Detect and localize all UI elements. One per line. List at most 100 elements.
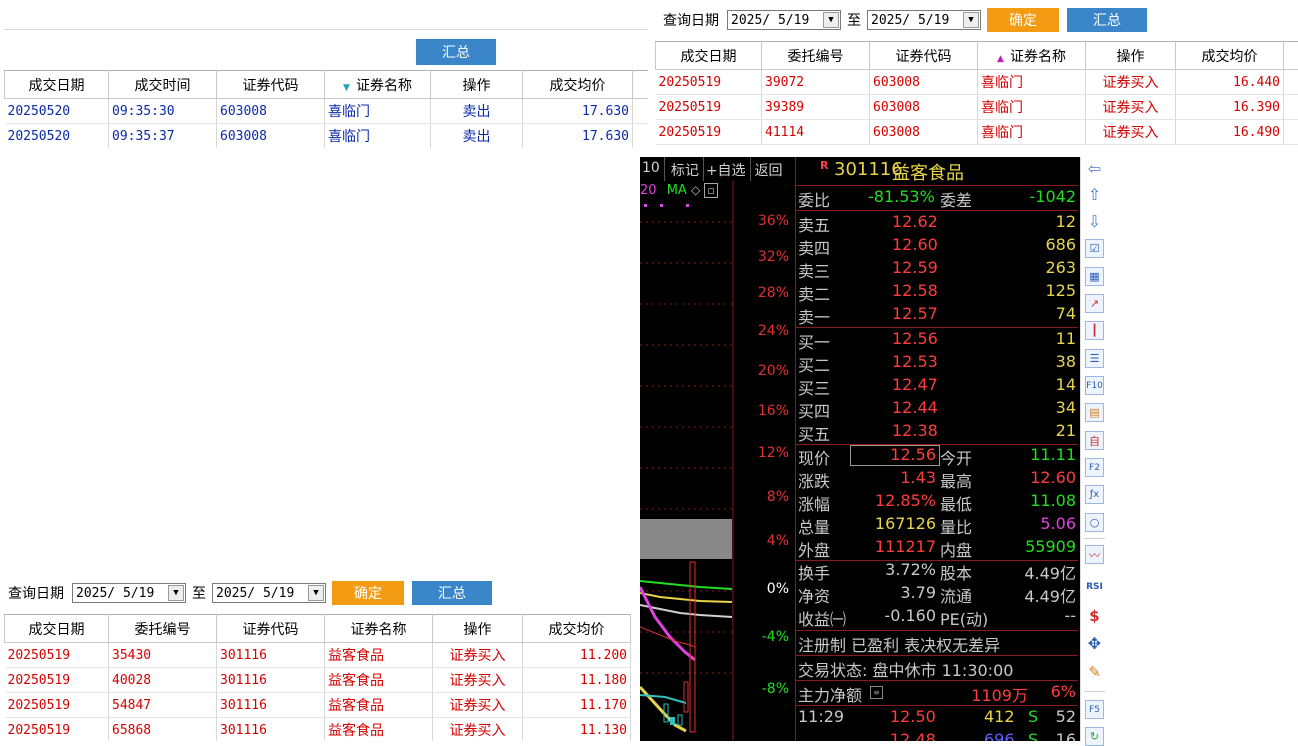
grid-icon[interactable]: ▦ xyxy=(1085,267,1104,286)
col-header-date[interactable]: 成交日期 xyxy=(656,42,762,70)
report-icon[interactable]: ▤ xyxy=(1085,403,1104,422)
chevron-down-icon[interactable]: ▼ xyxy=(168,585,184,601)
chevron-down-icon[interactable]: ▼ xyxy=(823,12,839,28)
f10-icon[interactable]: F10 xyxy=(1085,376,1104,395)
ask-row[interactable]: 卖四12.60686 xyxy=(796,235,1078,258)
stat-row: 现价12.56今开11.11 xyxy=(796,445,1078,468)
quote-board: R 301116 益客食品 委比 -81.53% 委差 -1042 卖五12.6… xyxy=(795,157,1077,741)
col-header-time[interactable]: 成交时间 xyxy=(109,71,217,99)
date-to-picker[interactable]: 2025/ 5/19▼ xyxy=(212,583,326,603)
col-header-op[interactable]: 操作 xyxy=(1086,42,1176,70)
col-header-order-no[interactable]: 委托编号 xyxy=(109,615,217,643)
main-net-flow[interactable]: 主力净额 ≡ 1109万 6% xyxy=(796,682,1078,705)
table-icon[interactable]: ≡ xyxy=(870,686,883,699)
date-to-picker[interactable]: 2025/ 5/19▼ xyxy=(867,10,981,30)
formula-icon[interactable]: ƒx xyxy=(1085,485,1104,504)
sold-trades-panel: 汇总 成交日期 成交时间 证券代码 ▼证券名称 操作 成交均价 20250520… xyxy=(0,0,648,148)
stat-row: 净资3.79流通4.49亿 xyxy=(796,583,1078,606)
summary-button[interactable]: 汇总 xyxy=(416,39,496,65)
summary-button[interactable]: 汇总 xyxy=(1067,8,1147,32)
bid-row[interactable]: 买三12.4714 xyxy=(796,375,1078,398)
candle-icon[interactable]: ┃ xyxy=(1085,321,1104,340)
col-header-name[interactable]: ▲证券名称 xyxy=(978,42,1086,70)
circle-icon[interactable]: ○ xyxy=(1085,513,1104,532)
bid-row[interactable]: 买二12.5338 xyxy=(796,352,1078,375)
col-header-order-no[interactable]: 委托编号 xyxy=(762,42,870,70)
table-row[interactable]: 2025051941114603008 喜临门证券买入16.490 xyxy=(656,120,1298,145)
sort-desc-icon: ▼ xyxy=(343,83,350,93)
axis-label: 8% xyxy=(735,489,795,505)
bid-row[interactable]: 买一12.5611 xyxy=(796,329,1078,352)
axis-label: -8% xyxy=(735,681,795,697)
col-header-op[interactable]: 操作 xyxy=(433,615,523,643)
date-from-picker[interactable]: 2025/ 5/19▼ xyxy=(72,583,186,603)
tick-row: 11:29 12.50 412 S 52 xyxy=(796,707,1078,730)
self-icon[interactable]: 自 xyxy=(1085,431,1104,450)
col-header-code[interactable]: 证券代码 xyxy=(870,42,978,70)
confirm-button[interactable]: 确定 xyxy=(987,8,1059,32)
col-header-name[interactable]: 证券名称 xyxy=(325,615,433,643)
registration-info: 注册制 已盈利 表决权无差异 xyxy=(796,632,1078,655)
rsi-icon[interactable]: RSI xyxy=(1085,577,1104,596)
table-row[interactable]: 2025051965868301116 益客食品证券买入11.130 xyxy=(5,718,631,742)
bought-trades-panel-2: 查询日期 2025/ 5/19▼ 至 2025/ 5/19▼ 确定 汇总 成交日… xyxy=(0,576,632,741)
tick-row: 12.48 696 S 16 xyxy=(796,730,1078,741)
list-check-icon[interactable]: ☑ xyxy=(1085,239,1104,258)
stat-row: 收益㈠-0.160PE(动)-- xyxy=(796,606,1078,629)
stock-title: R 301116 益客食品 xyxy=(796,159,1078,185)
col-header-code[interactable]: 证券代码 xyxy=(217,615,325,643)
axis-label: -4% xyxy=(735,629,795,645)
pencil-icon[interactable]: ✎ xyxy=(1085,662,1104,681)
confirm-button[interactable]: 确定 xyxy=(332,581,404,605)
table-row[interactable]: 2025051935430301116 益客食品证券买入11.200 xyxy=(5,643,631,668)
table-row[interactable]: 20250520 09:35:30 603008 喜临门 卖出 17.630 xyxy=(5,99,649,124)
stock-name: 益客食品 xyxy=(892,159,964,185)
order-ratio-row: 委比 -81.53% 委差 -1042 xyxy=(796,187,1078,210)
col-header-date[interactable]: 成交日期 xyxy=(5,71,109,99)
wave-icon[interactable]: 〰 xyxy=(1085,545,1104,564)
back-arrow-icon[interactable]: ⇦ xyxy=(1085,159,1104,178)
bid-row[interactable]: 买五12.3821 xyxy=(796,421,1078,444)
down-arrow-icon[interactable]: ⇩ xyxy=(1085,212,1104,231)
refresh-icon[interactable]: ↻ xyxy=(1085,727,1104,746)
f5-icon[interactable]: F5 xyxy=(1085,700,1104,719)
summary-button[interactable]: 汇总 xyxy=(412,581,492,605)
axis-label: 20% xyxy=(735,363,795,379)
axis-label: 24% xyxy=(735,323,795,339)
col-header-avg-price[interactable]: 成交均价 xyxy=(523,615,631,643)
dollar-icon[interactable]: $ xyxy=(1085,606,1104,625)
col-header-code[interactable]: 证券代码 xyxy=(217,71,325,99)
table-row[interactable]: 20250520 09:35:37 603008 喜临门 卖出 17.630 xyxy=(5,124,649,149)
move-icon[interactable]: ✥ xyxy=(1085,634,1104,653)
col-header-avg-price[interactable]: 成交均价 xyxy=(1176,42,1284,70)
col-header-avg-price[interactable]: 成交均价 xyxy=(523,71,633,99)
line-chart-icon[interactable]: ↗ xyxy=(1085,294,1104,313)
ask-row[interactable]: 卖二12.58125 xyxy=(796,281,1078,304)
table-row[interactable]: 2025051954847301116 益客食品证券买入11.170 xyxy=(5,693,631,718)
bought-trades-table-1: 成交日期 委托编号 证券代码 ▲证券名称 操作 成交均价 20250519390… xyxy=(655,41,1298,145)
col-header-name[interactable]: ▼证券名称 xyxy=(325,71,431,99)
ask-row[interactable]: 卖一12.5774 xyxy=(796,304,1078,327)
stock-quote-window: 10 标记 +自选 返回 20 MA ◇ ▫ xyxy=(640,157,1107,741)
ask-row[interactable]: 卖五12.6212 xyxy=(796,212,1078,235)
axis-label: 16% xyxy=(735,403,795,419)
col-header-op[interactable]: 操作 xyxy=(431,71,523,99)
up-arrow-icon[interactable]: ⇧ xyxy=(1085,185,1104,204)
intraday-chart[interactable]: 10 标记 +自选 返回 20 MA ◇ ▫ xyxy=(640,157,795,741)
f2-icon[interactable]: F2 xyxy=(1085,458,1104,477)
col-header-date[interactable]: 成交日期 xyxy=(5,615,109,643)
table-row[interactable]: 2025051940028301116 益客食品证券买入11.180 xyxy=(5,668,631,693)
chevron-down-icon[interactable]: ▼ xyxy=(308,585,324,601)
query-bar: 查询日期 2025/ 5/19▼ 至 2025/ 5/19▼ 确定 汇总 xyxy=(663,8,1147,32)
registration-badge: R xyxy=(820,159,828,172)
table-row[interactable]: 2025051939389603008 喜临门证券买入16.390 xyxy=(656,95,1298,120)
date-from-picker[interactable]: 2025/ 5/19▼ xyxy=(727,10,841,30)
table-row[interactable]: 2025051939072603008 喜临门证券买入16.440 xyxy=(656,70,1298,95)
bid-row[interactable]: 买四12.4434 xyxy=(796,398,1078,421)
chevron-down-icon[interactable]: ▼ xyxy=(963,12,979,28)
stat-row: 涨幅12.85%最低11.08 xyxy=(796,491,1078,514)
sort-asc-icon: ▲ xyxy=(997,54,1004,64)
axis-label: 28% xyxy=(735,285,795,301)
news-icon[interactable]: ☰ xyxy=(1085,349,1104,368)
ask-row[interactable]: 卖三12.59263 xyxy=(796,258,1078,281)
